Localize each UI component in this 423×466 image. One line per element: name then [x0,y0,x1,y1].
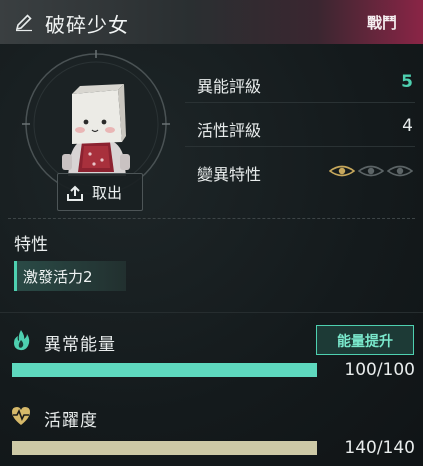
trait-label: 激發活力2 [23,268,93,286]
flame-icon [9,328,33,352]
mutation-indicators [328,163,414,182]
upload-icon [65,184,85,202]
vitality-fill [12,441,317,455]
mutation-row: 變異特性 [197,158,414,184]
section-divider [0,312,423,313]
take-out-button[interactable]: 取出 [57,173,143,211]
activity-rating-value: 4 [402,116,413,136]
pencil-icon[interactable] [14,12,34,32]
vitality-bar [12,441,317,455]
ability-rating-label: 異能評級 [197,77,262,96]
section-divider [8,218,415,219]
anomaly-energy-fill [12,363,317,377]
combat-badge: 戰鬥 [367,14,398,32]
activity-rating-label: 活性評級 [197,121,262,140]
character-panel: 破碎少女 戰鬥 取出 異能評級 5 活性評級 4 變異特性 特性 激發活力2 異… [0,0,423,466]
anomaly-energy-bar [12,363,317,377]
energy-boost-label: 能量提升 [337,334,393,350]
trait-chip[interactable]: 激發活力2 [14,261,126,291]
vitality-value: 140/140 [344,438,415,458]
anomaly-energy-label: 異常能量 [44,335,116,355]
mutation-label: 變異特性 [197,165,262,184]
traits-title: 特性 [14,235,48,255]
eye-icon [357,163,385,182]
eye-icon [386,163,414,182]
stat-divider [185,146,415,147]
ability-rating-value: 5 [401,72,413,92]
stat-divider [185,102,415,103]
ability-rating-row: 異能評級 5 [197,70,413,96]
anomaly-energy-value: 100/100 [344,360,415,380]
take-out-label: 取出 [92,184,123,202]
character-name: 破碎少女 [45,13,129,37]
header-bar: 破碎少女 戰鬥 [0,0,423,44]
energy-boost-button[interactable]: 能量提升 [316,325,414,355]
vitality-label: 活躍度 [44,411,98,431]
heart-pulse-icon [9,404,33,428]
eye-icon [328,163,356,182]
activity-rating-row: 活性評級 4 [197,114,413,140]
